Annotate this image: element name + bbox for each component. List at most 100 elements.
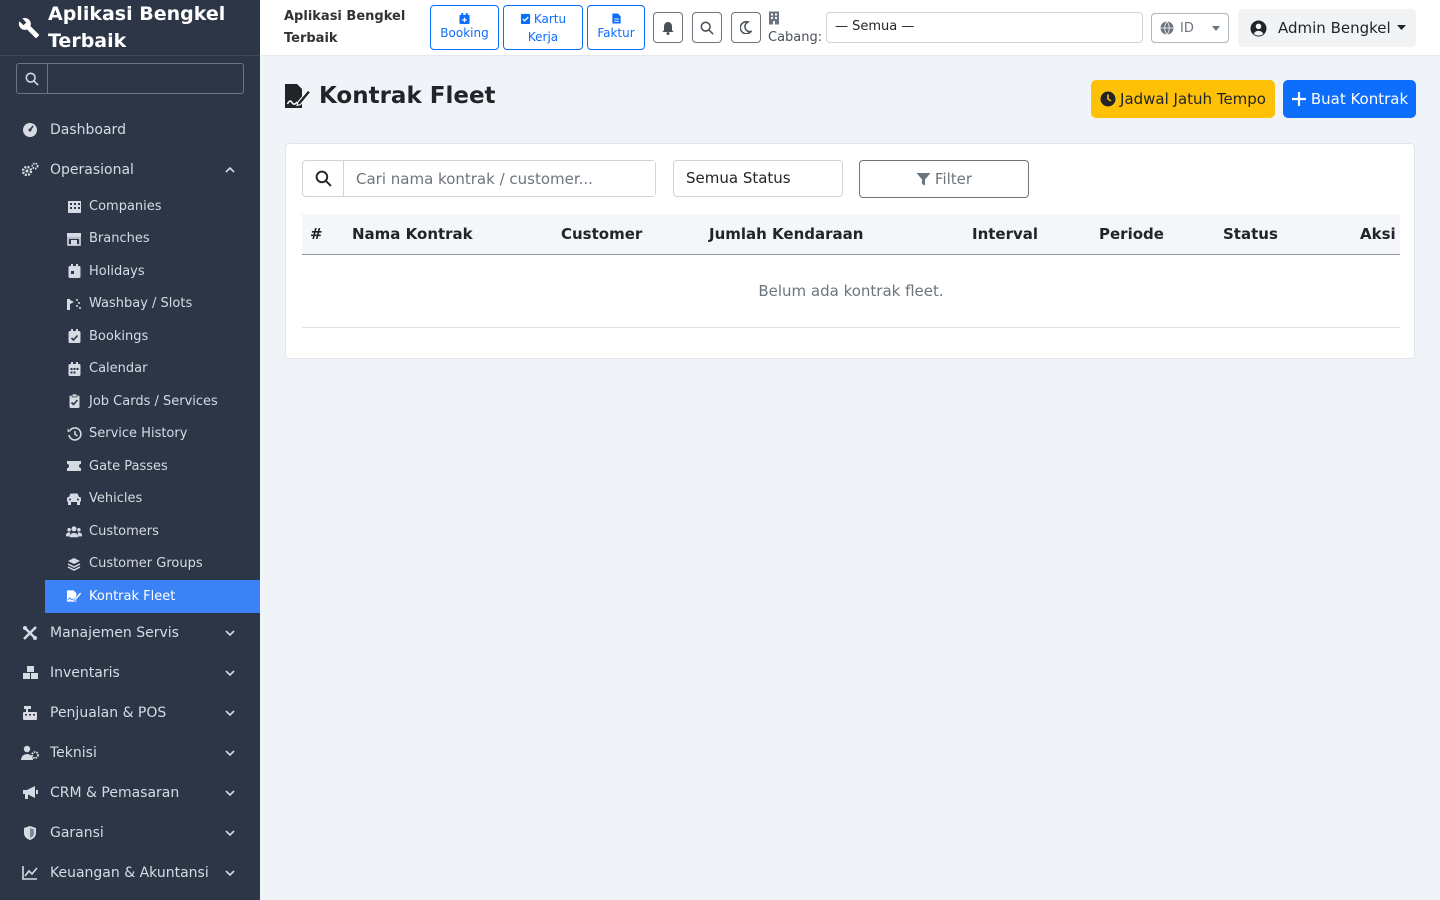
sidebar-subitem-history[interactable]: Service History xyxy=(0,418,260,451)
empty-message: Belum ada kontrak fleet. xyxy=(758,282,944,300)
sidebar-subitem-vehicles[interactable]: Vehicles xyxy=(0,483,260,516)
topbar-title[interactable]: Aplikasi Bengkel Terbaik xyxy=(284,6,405,50)
sidebar-item-dashboard[interactable]: Dashboard xyxy=(0,110,260,150)
quick-invoice-button[interactable]: Faktur xyxy=(587,5,645,50)
contracts-card: Semua Status Filter # Nama Kontrak Custo… xyxy=(285,143,1415,359)
sidebar-item-inventaris[interactable]: Inventaris xyxy=(0,653,260,693)
file-signature-icon xyxy=(285,84,311,108)
sidebar-subitem-label: Service History xyxy=(89,426,188,442)
cash-register-icon xyxy=(21,704,39,722)
sidebar-item-label: Teknisi xyxy=(50,744,97,761)
sidebar-item-manajemen-servis[interactable]: Manajemen Servis xyxy=(0,613,260,653)
sidebar-subitem-jobcards[interactable]: Job Cards / Services xyxy=(0,385,260,418)
user-circle-icon xyxy=(1250,20,1267,36)
moon-icon xyxy=(740,21,752,34)
branch-select[interactable]: — Semua — xyxy=(826,12,1143,43)
search-icon xyxy=(25,72,39,86)
plus-icon xyxy=(1291,92,1306,106)
sidebar-search-button[interactable] xyxy=(17,64,48,93)
theme-toggle-button[interactable] xyxy=(731,12,761,43)
sidebar-subitem-kontrakfleet[interactable]: Kontrak Fleet xyxy=(45,580,260,613)
search-icon xyxy=(700,21,714,35)
sidebar-item-label: Garansi xyxy=(50,824,104,841)
sidebar-subitem-customergroups[interactable]: Customer Groups xyxy=(0,548,260,581)
sidebar-subitem-label: Kontrak Fleet xyxy=(89,588,176,604)
sidebar-subitem-label: Job Cards / Services xyxy=(89,393,218,409)
sidebar-item-keuangan[interactable]: Keuangan & Akuntansi xyxy=(0,853,260,893)
filter-icon xyxy=(916,172,931,185)
user-menu-button[interactable]: Admin Bengkel xyxy=(1238,9,1416,47)
sidebar: Aplikasi Bengkel Terbaik Dashboard Opera… xyxy=(0,0,260,900)
branch-label: Cabang: xyxy=(768,30,823,45)
language-value: ID xyxy=(1180,20,1194,36)
col-nama-kontrak: Nama Kontrak xyxy=(352,225,473,243)
sidebar-subitem-label: Customers xyxy=(89,523,159,539)
sidebar-item-garansi[interactable]: Garansi xyxy=(0,813,260,853)
building-icon xyxy=(769,11,779,25)
chevron-down-icon xyxy=(225,829,235,836)
sidebar-subitem-label: Branches xyxy=(89,231,150,247)
status-select[interactable]: Semua Status xyxy=(673,160,843,197)
contract-search-input[interactable] xyxy=(344,161,655,196)
due-schedule-label: Jadwal Jatuh Tempo xyxy=(1120,90,1266,108)
col-status: Status xyxy=(1223,225,1278,243)
clock-icon xyxy=(1100,91,1116,107)
filter-label: Filter xyxy=(934,170,973,188)
user-name: Admin Bengkel xyxy=(1278,19,1391,37)
quick-jobcard-button[interactable]: Kartu Kerja xyxy=(503,5,583,50)
sidebar-nav: Dashboard Operasional Companies Branches… xyxy=(0,110,260,893)
create-contract-label: Buat Kontrak xyxy=(1310,90,1409,108)
calendar-icon xyxy=(66,361,82,377)
calendar-plus-icon xyxy=(459,13,470,24)
calendar-day-icon xyxy=(66,263,82,279)
page-title-text: Kontrak Fleet xyxy=(319,83,496,109)
chevron-down-icon xyxy=(225,669,235,676)
sidebar-subitem-calendar[interactable]: Calendar xyxy=(0,353,260,386)
sidebar-item-label: CRM & Pemasaran xyxy=(50,784,180,801)
ticket-icon xyxy=(66,458,82,474)
sidebar-item-crm[interactable]: CRM & Pemasaran xyxy=(0,773,260,813)
sidebar-subitem-bookings[interactable]: Bookings xyxy=(0,320,260,353)
file-signature-icon xyxy=(66,588,82,604)
create-contract-button[interactable]: Buat Kontrak xyxy=(1283,80,1416,118)
brand[interactable]: Aplikasi Bengkel Terbaik xyxy=(0,0,260,56)
filter-button[interactable]: Filter xyxy=(859,160,1029,198)
sidebar-item-label: Manajemen Servis xyxy=(50,624,179,641)
file-invoice-icon xyxy=(611,13,621,24)
sidebar-subitem-companies[interactable]: Companies xyxy=(0,190,260,223)
sidebar-subitem-branches[interactable]: Branches xyxy=(0,223,260,256)
sidebar-subitem-customers[interactable]: Customers xyxy=(0,515,260,548)
chevron-down-icon xyxy=(225,869,235,876)
notifications-button[interactable] xyxy=(653,12,683,43)
sidebar-item-label: Penjualan & POS xyxy=(50,704,167,721)
col-aksi: Aksi xyxy=(1360,225,1396,243)
shield-icon xyxy=(21,824,39,842)
language-select[interactable]: ID xyxy=(1151,13,1229,43)
clipboard-check-icon xyxy=(520,13,530,24)
chevron-down-icon xyxy=(225,709,235,716)
quick-booking-button[interactable]: Booking xyxy=(430,5,499,50)
sidebar-item-teknisi[interactable]: Teknisi xyxy=(0,733,260,773)
car-icon xyxy=(66,491,82,507)
topbar-title-line2: Terbaik xyxy=(284,31,338,46)
chevron-down-icon xyxy=(225,789,235,796)
sidebar-item-operasional[interactable]: Operasional xyxy=(0,150,260,190)
col-number: # xyxy=(310,225,323,243)
bell-icon xyxy=(662,21,674,35)
sidebar-subitem-gatepasses[interactable]: Gate Passes xyxy=(0,450,260,483)
sidebar-search-input[interactable] xyxy=(48,64,243,93)
chevron-up-icon xyxy=(225,166,235,173)
sidebar-subitem-washbay[interactable]: Washbay / Slots xyxy=(0,288,260,321)
sidebar-subitem-label: Vehicles xyxy=(89,491,143,507)
calendar-check-icon xyxy=(66,328,82,344)
sidebar-item-penjualan[interactable]: Penjualan & POS xyxy=(0,693,260,733)
sidebar-subitem-holidays[interactable]: Holidays xyxy=(0,255,260,288)
table-empty-row: Belum ada kontrak fleet. xyxy=(302,255,1400,328)
chevron-down-icon xyxy=(225,629,235,636)
due-schedule-button[interactable]: Jadwal Jatuh Tempo xyxy=(1091,80,1275,118)
col-periode: Periode xyxy=(1099,225,1164,243)
global-search-button[interactable] xyxy=(692,12,722,43)
contracts-table: # Nama Kontrak Customer Jumlah Kendaraan… xyxy=(302,214,1400,328)
contract-search-button[interactable] xyxy=(303,161,344,196)
user-gear-icon xyxy=(21,744,39,762)
